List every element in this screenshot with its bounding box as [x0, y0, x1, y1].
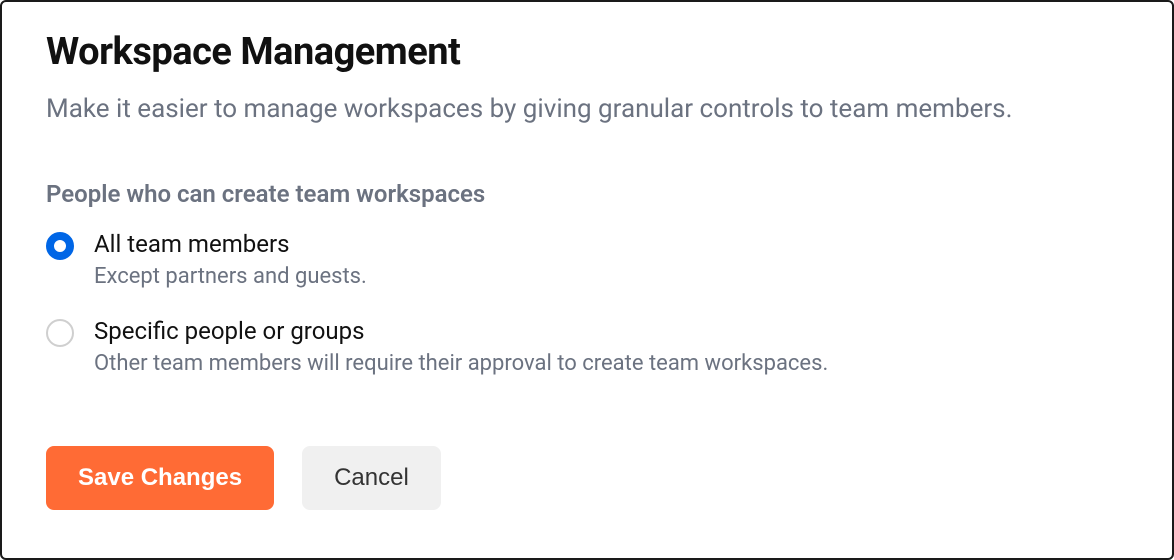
radio-group: All team members Except partners and gue… [46, 230, 1128, 376]
radio-option-all-members[interactable]: All team members Except partners and gue… [46, 230, 1128, 289]
radio-icon [46, 232, 74, 260]
save-button[interactable]: Save Changes [46, 446, 274, 510]
radio-label: All team members [94, 230, 367, 258]
radio-label: Specific people or groups [94, 317, 828, 345]
radio-icon [46, 319, 74, 347]
radio-description: Other team members will require their ap… [94, 351, 828, 376]
radio-description: Except partners and guests. [94, 264, 367, 289]
cancel-button[interactable]: Cancel [302, 446, 441, 510]
page-subtitle: Make it easier to manage workspaces by g… [46, 94, 1128, 124]
button-row: Save Changes Cancel [46, 446, 1128, 510]
page-title: Workspace Management [46, 30, 1128, 74]
section-label: People who can create team workspaces [46, 180, 1128, 208]
radio-option-specific-people[interactable]: Specific people or groups Other team mem… [46, 317, 1128, 376]
radio-content: All team members Except partners and gue… [94, 230, 367, 289]
radio-content: Specific people or groups Other team mem… [94, 317, 828, 376]
